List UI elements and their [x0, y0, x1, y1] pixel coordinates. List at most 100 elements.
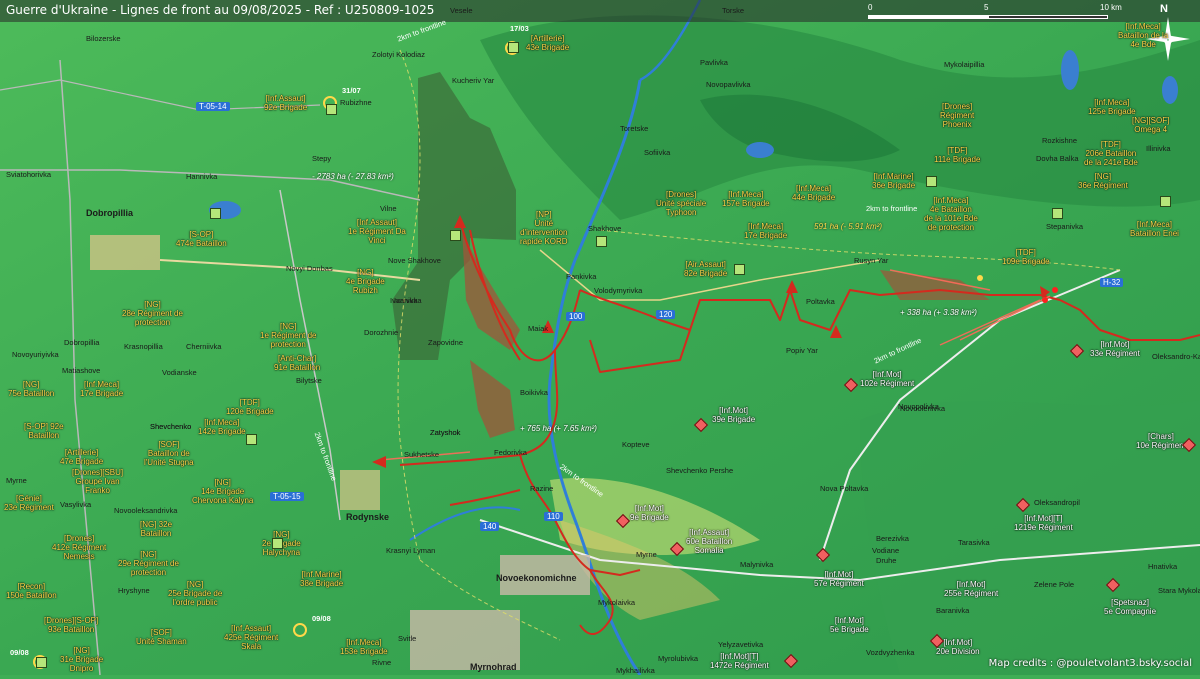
place-label: Shevchenko Pershe [666, 466, 734, 475]
ua-unit-label[interactable]: [TDF] 206e Bataillon de la 241e Bde [1084, 140, 1138, 167]
ua-unit-label[interactable]: [NG] 1e Régiment de protection [260, 322, 316, 349]
ua-unit-label[interactable]: [NG] 29e Régiment de protection [118, 550, 179, 577]
place-label: Svitle [398, 634, 417, 643]
place-label: Vozdvyzhenka [866, 648, 915, 657]
ua-unit-label[interactable]: [NG] 14e Brigade Chervona Kalyna [192, 478, 253, 505]
ua-unit-label[interactable]: [Drones] Unité spéciale Typhoon [656, 190, 706, 217]
place-label: Vodianske [162, 368, 197, 377]
ua-unit-label[interactable]: [Inf.Assaut] 1e Régiment Da Vinci [348, 218, 406, 245]
place-label: Dorozhnie [364, 328, 399, 337]
place-label: Myrne [6, 476, 27, 485]
ua-unit-label[interactable]: [Inf.Meca] 153e Brigade [340, 638, 388, 656]
place-label: Maiak [528, 324, 549, 333]
place-label: Mykolaipillia [944, 60, 985, 69]
place-label: Zolotyi Kolodiaz [372, 50, 425, 59]
place-label: Dobropillia [86, 208, 133, 218]
ua-unit-label[interactable]: [SOF] Bataillon de l'Unité Stugna [144, 440, 194, 467]
area-change-label: 591 ha (- 5.91 km²) [814, 222, 883, 231]
ru-unit-label[interactable]: [Inf.Mot][T] 1472e Régiment [710, 652, 769, 670]
ua-unit-label[interactable]: [Drones] 412e Régiment Nemesis [52, 534, 106, 561]
place-label: Vesele [450, 6, 473, 15]
ua-unit-label[interactable]: [SOF] Unité Shaman [136, 628, 187, 646]
ua-unit-label[interactable]: [TDF] 109e Brigade [1002, 248, 1050, 266]
place-label: Rozkishne [1042, 136, 1078, 145]
area-change-label: - 2783 ha (- 27.83 km²) [312, 172, 394, 181]
ru-unit-label[interactable]: [Inf.Assaut] 60e Bataillon Somalia [686, 528, 732, 555]
date-label: 09/08 [312, 614, 331, 623]
scale-segment [868, 15, 988, 19]
place-label: Stepanivka [1046, 222, 1084, 231]
ua-unit-label[interactable]: [Inf.Meca] 17e Brigade [744, 222, 787, 240]
ua-unit-label[interactable]: [Inf.Meca] 4e Bataillon de la 101e Bde de p… [924, 196, 978, 232]
ru-unit-label[interactable]: [Inf.Mot] 9e Brigade [630, 504, 669, 522]
ua-unit-label[interactable]: [Inf.Meca] 44e Brigade [792, 184, 835, 202]
ua-unit-label[interactable]: [Inf.Marine] 36e Brigade [872, 172, 915, 190]
ua-unit-label[interactable]: [Artillerie] 47e Brigade [60, 448, 103, 466]
place-label: Rubizhne [340, 98, 372, 107]
ua-unit-label[interactable]: [Inf.Marine] 38e Brigade [300, 570, 343, 588]
ua-unit-label[interactable]: [Drones][S-OP] 93e Bataillon [44, 616, 98, 634]
place-label: Bilytske [296, 376, 322, 385]
ua-unit-label[interactable]: [NG] 31e Brigade Dnipro [60, 646, 103, 673]
ua-unit-label[interactable]: [Anti-Char] 91e Bataillon [274, 354, 320, 372]
area-change-label: + 338 ha (+ 3.38 km²) [900, 308, 977, 317]
ua-unit-label[interactable]: [NP] Unité d'intervention rapide KORD [520, 210, 568, 246]
ua-unit-label[interactable]: [NG] 4e Brigade Rubizh [346, 268, 385, 295]
ua-unit-label[interactable]: [TDF] 120e Brigade [226, 398, 274, 416]
ua-unit-label[interactable]: [Inf.Assaut] 425e Régiment Skala [224, 624, 278, 651]
ru-unit-label[interactable]: [Chars] 10e Régiment [1136, 432, 1186, 450]
ru-unit-label[interactable]: [Spetsnaz] 5e Compagnie [1104, 598, 1156, 616]
place-label: Novopavlivka [706, 80, 751, 89]
place-label: Pavlivka [700, 58, 728, 67]
map-canvas[interactable] [0, 0, 1200, 676]
ru-unit-label[interactable]: [Inf.Mot] 39e Brigade [712, 406, 755, 424]
place-label: Popiv Yar [786, 346, 818, 355]
place-label: Novooleksandrivka [114, 506, 178, 515]
ua-unit-label[interactable]: [NG][SOF] Omega 4 [1132, 116, 1169, 134]
ru-unit-label[interactable]: [Inf.Mot][T] 1219e Régiment [1014, 514, 1073, 532]
ua-unit-label[interactable]: [TDF] 111e Brigade [934, 146, 980, 164]
place-label: Rusyn Yar [854, 256, 889, 265]
unit-symbol-icon [596, 236, 607, 247]
place-label: Druhe [876, 556, 897, 565]
ua-unit-label[interactable]: [Air.Assaut] 82e Brigade [684, 260, 727, 278]
ua-unit-label[interactable]: [Inf.Assaut] 92e Brigade [264, 94, 307, 112]
place-label: Cherniivka [186, 342, 222, 351]
ru-unit-label[interactable]: [Inf.Mot] 102e Régiment [860, 370, 914, 388]
ua-unit-label[interactable]: [NG] 25e Brigade de l'ordre public [168, 580, 222, 607]
ua-unit-label[interactable]: [NG] 75e Bataillon [8, 380, 54, 398]
ru-unit-label[interactable]: [Inf.Mot] 57e Régiment [814, 570, 864, 588]
ru-unit-label[interactable]: [Inf.Mot] 5e Brigade [830, 616, 869, 634]
ua-unit-label[interactable]: [Drones] Régiment Phoenix [940, 102, 974, 129]
place-label: Matiashove [62, 366, 101, 375]
place-label: Zapovidne [428, 338, 464, 347]
ua-unit-label[interactable]: [Artillerie] 43e Brigade [526, 34, 569, 52]
place-label: Novoolenivka [900, 404, 946, 413]
map-title: Guerre d'Ukraine - Lignes de front au 09… [6, 3, 435, 17]
ua-unit-label[interactable]: [Drones][SBU] Groupe Ivan Franko [72, 468, 123, 495]
ua-unit-label[interactable]: [NG] 28e Régiment de protection [122, 300, 183, 327]
ua-unit-label[interactable]: [Inf.Meca] Bataillon de la 4e Bde [1118, 22, 1168, 49]
place-label: Nova Poltavka [820, 484, 869, 493]
ua-unit-label[interactable]: [NG] 36e Régiment [1078, 172, 1128, 190]
ua-unit-label[interactable]: [Inf.Meca] 157e Brigade [722, 190, 770, 208]
place-label: Novoekonomichne [496, 573, 577, 583]
town-area [90, 235, 160, 270]
place-label: Myrne [636, 550, 657, 559]
ua-unit-label[interactable]: [Inf.Meca] 17e Brigade [80, 380, 123, 398]
ua-unit-label[interactable]: [S-OP] 474e Bataillon [176, 230, 227, 248]
place-label: Hryshyne [118, 586, 150, 595]
ua-unit-label[interactable]: [Recon] 150e Bataillon [6, 582, 57, 600]
road-label: 110 [544, 512, 563, 521]
ua-unit-label[interactable]: [Inf.Meca] 125e Brigade [1088, 98, 1136, 116]
ru-unit-label[interactable]: [Inf.Mot] 33e Régiment [1090, 340, 1140, 358]
ua-unit-label[interactable]: [Inf.Meca] Bataillon Enei [1130, 220, 1179, 238]
place-label: Poltavka [806, 297, 835, 306]
ua-unit-label[interactable]: [Génie] 23e Régiment [4, 494, 54, 512]
ru-unit-label[interactable]: [Inf.Mot] 255e Régiment [944, 580, 998, 598]
ua-unit-label[interactable]: [Inf.Meca] 142e Brigade [198, 418, 246, 436]
ua-unit-label[interactable]: [NG] 32e Bataillon [140, 520, 172, 538]
place-label: Krasnyi Lyman [386, 546, 436, 555]
unit-symbol-icon [508, 42, 519, 53]
ua-unit-label[interactable]: [S-OP] 92e Bataillon [24, 422, 64, 440]
